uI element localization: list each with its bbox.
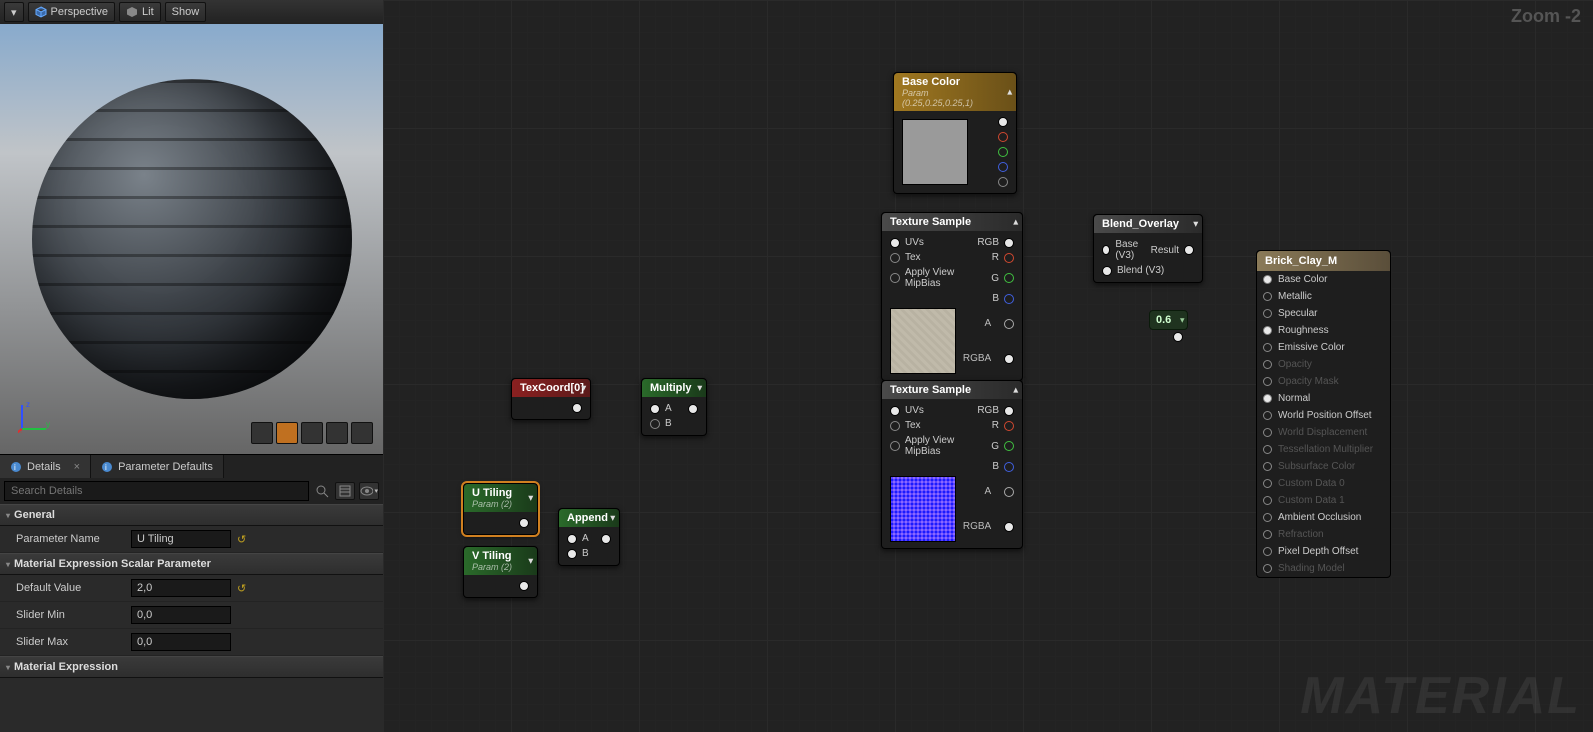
info-icon: i [101,461,113,473]
revert-icon[interactable]: ↺ [237,533,249,545]
material-result-node[interactable]: Brick_Clay_M Base ColorMetallicSpecularR… [1256,250,1391,578]
cube-mode-button[interactable] [326,422,348,444]
node-texture-sample-2[interactable]: Texture Sample▴ UVsRGB TexR Apply View M… [881,380,1023,549]
node-basecolor-param[interactable]: Base ColorParam (0.25,0.25,0.25,1)▴ [893,72,1017,194]
node-texcoord[interactable]: TexCoord[0]▾ [511,378,591,420]
svg-text:x: x [18,430,22,433]
property-matrix-button[interactable] [335,482,355,500]
texture-thumbnail[interactable] [890,308,956,374]
result-pin-roughness[interactable]: Roughness [1257,322,1390,339]
revert-icon[interactable]: ↺ [237,582,249,594]
result-pin-pixel-depth-offset[interactable]: Pixel Depth Offset [1257,543,1390,560]
svg-text:y: y [46,420,50,429]
slider-min-label: Slider Min [16,609,131,621]
eye-icon [360,486,373,496]
plane-mode-button[interactable] [301,422,323,444]
param-name-label: Parameter Name [16,533,131,545]
node-utiling[interactable]: U TilingParam (2)▾ [463,483,538,535]
material-graph[interactable]: Zoom -2 MATERIAL TexCoord[0]▾ Multiply▾ … [383,0,1593,732]
show-button[interactable]: Show [165,2,207,22]
lit-button[interactable]: Lit [119,2,161,22]
details-tabs: i Details × i Parameter Defaults [0,454,383,478]
search-icon [313,482,331,500]
view-options-button[interactable]: ▾ [359,482,379,500]
result-pin-normal[interactable]: Normal [1257,390,1390,407]
svg-text:i: i [14,463,16,472]
result-title: Brick_Clay_M [1257,251,1390,271]
slider-min-input[interactable] [131,606,231,624]
result-pin-opacity-mask[interactable]: Opacity Mask [1257,373,1390,390]
svg-text:i: i [105,463,107,472]
slider-max-input[interactable] [131,633,231,651]
perspective-button[interactable]: Perspective [28,2,115,22]
viewport-toolbar: ▾ Perspective Lit Show [0,0,383,24]
section-general[interactable]: General [0,504,383,526]
close-tab-icon[interactable]: × [74,461,80,473]
result-pin-emissive-color[interactable]: Emissive Color [1257,339,1390,356]
result-pin-ambient-occlusion[interactable]: Ambient Occlusion [1257,509,1390,526]
node-texture-sample-1[interactable]: Texture Sample▴ UVsRGB TexR Apply View M… [881,212,1023,381]
param-name-input[interactable] [131,530,231,548]
node-blend-overlay[interactable]: Blend_Overlay▾ Base (V3)Result Blend (V3… [1093,214,1203,283]
result-pin-world-position-offset[interactable]: World Position Offset [1257,407,1390,424]
result-pin-opacity[interactable]: Opacity [1257,356,1390,373]
node-append[interactable]: Append▾ A B [558,508,620,566]
axis-gizmo: z y x [18,397,54,436]
cube-icon [35,6,47,18]
zoom-label: Zoom -2 [1511,6,1581,27]
section-material-expression[interactable]: Material Expression [0,656,383,678]
viewport-menu-button[interactable]: ▾ [4,2,24,22]
result-pin-shading-model[interactable]: Shading Model [1257,560,1390,577]
material-preview-viewport[interactable]: z y x [0,24,383,454]
node-multiply[interactable]: Multiply▾ A B [641,378,707,436]
texture-thumbnail[interactable] [890,476,956,542]
search-details-input[interactable] [4,481,309,501]
mesh-mode-button[interactable] [351,422,373,444]
result-pin-subsurface-color[interactable]: Subsurface Color [1257,458,1390,475]
result-pin-world-displacement[interactable]: World Displacement [1257,424,1390,441]
result-pin-base-color[interactable]: Base Color [1257,271,1390,288]
preview-sphere [32,79,352,399]
cylinder-mode-button[interactable] [251,422,273,444]
result-pin-specular[interactable]: Specular [1257,305,1390,322]
tab-details[interactable]: i Details × [0,455,91,478]
section-scalar-param[interactable]: Material Expression Scalar Parameter [0,553,383,575]
cube-icon [126,6,138,18]
color-swatch[interactable] [902,119,968,185]
default-value-label: Default Value [16,582,131,594]
node-vtiling[interactable]: V TilingParam (2)▾ [463,546,538,598]
sphere-mode-button[interactable] [276,422,298,444]
result-pin-metallic[interactable]: Metallic [1257,288,1390,305]
node-constant[interactable]: 0.6▾ [1149,310,1188,330]
preview-shape-modes [251,422,373,444]
svg-text:z: z [26,400,30,409]
tab-parameter-defaults[interactable]: i Parameter Defaults [91,455,224,478]
default-value-input[interactable] [131,579,231,597]
result-pin-tessellation-multiplier[interactable]: Tessellation Multiplier [1257,441,1390,458]
result-pin-custom-data-0[interactable]: Custom Data 0 [1257,475,1390,492]
material-watermark: MATERIAL [1300,666,1581,726]
info-icon: i [10,461,22,473]
slider-max-label: Slider Max [16,636,131,648]
result-pin-custom-data-1[interactable]: Custom Data 1 [1257,492,1390,509]
result-pin-refraction[interactable]: Refraction [1257,526,1390,543]
